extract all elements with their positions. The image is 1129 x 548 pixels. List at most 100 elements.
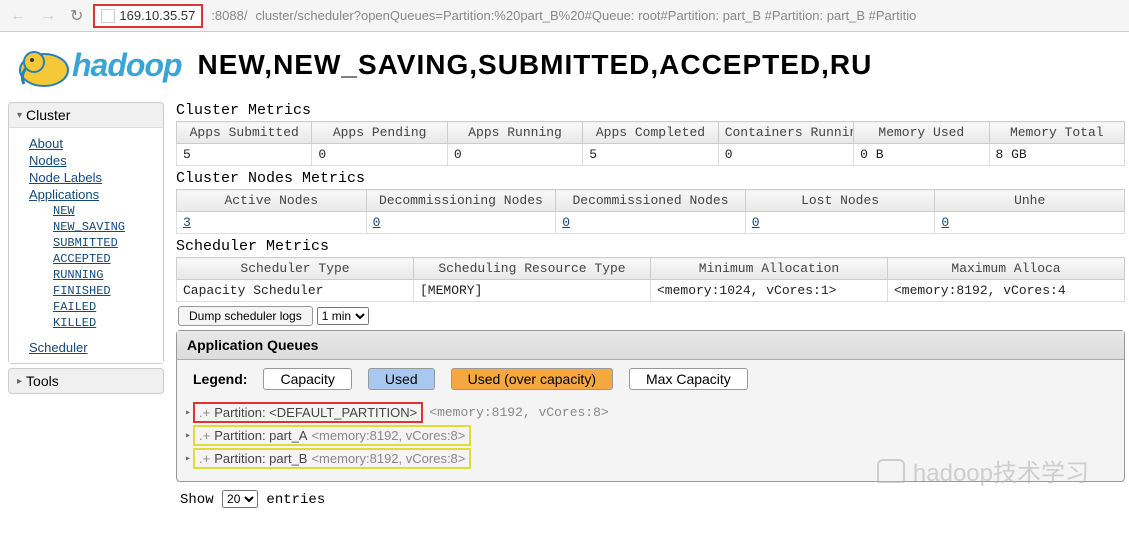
sidebar-link-applications[interactable]: Applications	[29, 187, 163, 202]
scheduler-metrics-title: Scheduler Metrics	[176, 238, 1125, 255]
table-row: 3 0 0 0 0	[177, 212, 1125, 234]
sidebar-link-new[interactable]: NEW	[53, 204, 163, 218]
sidebar-link-nodes[interactable]: Nodes	[29, 153, 163, 168]
partition-row[interactable]: ▸ .+ Partition: <DEFAULT_PARTITION> <mem…	[185, 402, 1116, 423]
nm-v3: 0	[745, 212, 935, 234]
nm-h4: Unhe	[935, 190, 1125, 212]
tools-accordion: ▸ Tools	[8, 368, 164, 394]
active-nodes-link[interactable]: 3	[183, 215, 191, 230]
partition-mem: <memory:8192, vCores:8>	[311, 451, 465, 466]
partition-label: Partition: <DEFAULT_PARTITION>	[214, 405, 417, 420]
sidebar: ▾ Cluster About Nodes Node Labels Applic…	[0, 98, 172, 516]
main-content: Cluster Metrics Apps Submitted Apps Pend…	[172, 98, 1129, 516]
logo-text: hadoop	[72, 47, 182, 84]
cm-v3: 5	[583, 144, 718, 166]
show-entries-row: Show 20 entries	[176, 482, 1125, 516]
legend-row: Legend: Capacity Used Used (over capacit…	[177, 360, 1124, 398]
sidebar-link-about[interactable]: About	[29, 136, 163, 151]
nm-h2: Decommissioned Nodes	[556, 190, 746, 212]
partition-mem: <memory:8192, vCores:8>	[429, 405, 608, 420]
sidebar-link-submitted[interactable]: SUBMITTED	[53, 236, 163, 250]
expand-icon[interactable]: .+	[199, 428, 210, 443]
nm-h0: Active Nodes	[177, 190, 367, 212]
sidebar-link-scheduler[interactable]: Scheduler	[29, 340, 163, 355]
cm-h1: Apps Pending	[312, 122, 447, 144]
cluster-accordion-header[interactable]: ▾ Cluster	[9, 103, 163, 127]
expand-icon[interactable]: .+	[199, 405, 210, 420]
sidebar-link-killed[interactable]: KILLED	[53, 316, 163, 330]
table-row: Capacity Scheduler [MEMORY] <memory:1024…	[177, 280, 1125, 302]
triangle-right-icon: ▸	[185, 407, 191, 419]
url-host[interactable]: 169.10.35.57	[119, 8, 195, 23]
cm-h3: Apps Completed	[583, 122, 718, 144]
partition-row[interactable]: ▸ .+ Partition: part_A <memory:8192, vCo…	[185, 425, 1116, 446]
page-header: hadoop NEW,NEW_SAVING,SUBMITTED,ACCEPTED…	[0, 32, 1129, 98]
sm-h0: Scheduler Type	[177, 258, 414, 280]
sidebar-link-accepted[interactable]: ACCEPTED	[53, 252, 163, 266]
partition-row[interactable]: ▸ .+ Partition: part_B <memory:8192, vCo…	[185, 448, 1116, 469]
unhealthy-nodes-link[interactable]: 0	[941, 215, 949, 230]
page-icon	[101, 9, 115, 23]
sm-v3: <memory:8192, vCores:4	[888, 280, 1125, 302]
tools-accordion-header[interactable]: ▸ Tools	[9, 369, 163, 393]
cm-h5: Memory Used	[854, 122, 989, 144]
nodes-metrics-table: Active Nodes Decommissioning Nodes Decom…	[176, 189, 1125, 234]
cm-v1: 0	[312, 144, 447, 166]
sidebar-link-failed[interactable]: FAILED	[53, 300, 163, 314]
cm-v5: 0 B	[854, 144, 989, 166]
legend-label: Legend:	[193, 371, 247, 387]
sm-h1: Scheduling Resource Type	[414, 258, 651, 280]
forward-button[interactable]: →	[36, 7, 60, 25]
nm-v0: 3	[177, 212, 367, 234]
triangle-right-icon: ▸	[185, 453, 191, 465]
elephant-icon	[14, 40, 74, 90]
queues-title: Application Queues	[177, 331, 1124, 360]
sm-v0: Capacity Scheduler	[177, 280, 414, 302]
sm-v2: <memory:1024, vCores:1>	[651, 280, 888, 302]
triangle-right-icon: ▸	[185, 430, 191, 442]
cluster-label: Cluster	[26, 107, 70, 123]
legend-capacity: Capacity	[263, 368, 351, 390]
dump-duration-select[interactable]: 1 min	[317, 307, 369, 325]
nm-h3: Lost Nodes	[745, 190, 935, 212]
table-row: 5 0 0 5 0 0 B 8 GB	[177, 144, 1125, 166]
cm-h2: Apps Running	[447, 122, 582, 144]
reload-button[interactable]: ↻	[66, 6, 87, 26]
url-path: cluster/scheduler?openQueues=Partition:%…	[255, 8, 916, 23]
tools-label: Tools	[26, 373, 59, 389]
entries-select[interactable]: 20	[222, 490, 258, 508]
sidebar-link-running[interactable]: RUNNING	[53, 268, 163, 282]
legend-max: Max Capacity	[629, 368, 748, 390]
partition-mem: <memory:8192, vCores:8>	[311, 428, 465, 443]
partition-default: .+ Partition: <DEFAULT_PARTITION>	[193, 402, 423, 423]
cm-h0: Apps Submitted	[177, 122, 312, 144]
dump-scheduler-button[interactable]: Dump scheduler logs	[178, 306, 313, 326]
partition-label: Partition: part_B	[214, 451, 307, 466]
partition-list: ▸ .+ Partition: <DEFAULT_PARTITION> <mem…	[177, 398, 1124, 481]
expand-icon[interactable]: .+	[199, 451, 210, 466]
back-button[interactable]: ←	[6, 7, 30, 25]
hadoop-logo: hadoop	[14, 40, 182, 90]
cm-h6: Memory Total	[989, 122, 1124, 144]
application-queues-panel: Application Queues Legend: Capacity Used…	[176, 330, 1125, 482]
dump-row: Dump scheduler logs 1 min	[176, 302, 1125, 330]
partition-part-a: .+ Partition: part_A <memory:8192, vCore…	[193, 425, 471, 446]
partition-label: Partition: part_A	[214, 428, 307, 443]
decomd-nodes-link[interactable]: 0	[562, 215, 570, 230]
nm-v2: 0	[556, 212, 746, 234]
sidebar-link-finished[interactable]: FINISHED	[53, 284, 163, 298]
entries-label: entries	[266, 492, 325, 508]
lost-nodes-link[interactable]: 0	[752, 215, 760, 230]
nm-h1: Decommissioning Nodes	[366, 190, 556, 212]
sm-v1: [MEMORY]	[414, 280, 651, 302]
url-highlight-box: 169.10.35.57	[93, 4, 203, 28]
legend-used: Used	[368, 368, 435, 390]
sm-h2: Minimum Allocation	[651, 258, 888, 280]
cm-v4: 0	[718, 144, 853, 166]
cm-v2: 0	[447, 144, 582, 166]
cm-v0: 5	[177, 144, 312, 166]
sidebar-link-node-labels[interactable]: Node Labels	[29, 170, 163, 185]
cm-h4: Containers Running	[718, 122, 853, 144]
decom-nodes-link[interactable]: 0	[373, 215, 381, 230]
sidebar-link-new-saving[interactable]: NEW_SAVING	[53, 220, 163, 234]
